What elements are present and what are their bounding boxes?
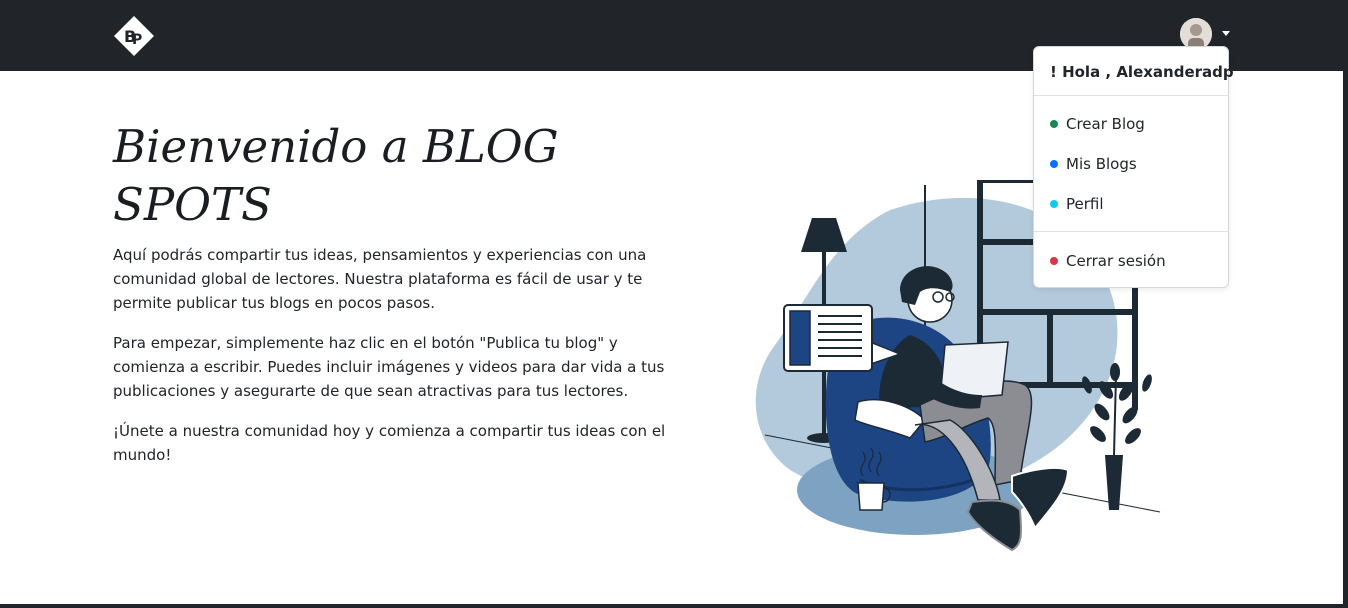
user-dropdown-menu: ! Hola , Alexanderadp Crear Blog Mis Blo… [1033, 46, 1234, 288]
menu-item-label: Mis Blogs [1066, 155, 1137, 173]
menu-item-label: Cerrar sesión [1066, 252, 1166, 270]
chevron-down-icon [1222, 31, 1230, 36]
greeting-header: ! Hola , Alexanderadp [1050, 63, 1234, 81]
cyan-dot-icon [1050, 200, 1058, 208]
menu-item-label: Perfil [1066, 195, 1104, 213]
right-edge-bar [1343, 71, 1348, 608]
menu-divider [1034, 95, 1228, 96]
intro-paragraph: Aquí podrás compartir tus ideas, pensami… [113, 246, 647, 312]
brand-logo[interactable]: B P [113, 15, 155, 57]
menu-item-mis-blogs[interactable]: Mis Blogs [1034, 148, 1228, 180]
page-title: Bienvenido a BLOG SPOTS [113, 120, 559, 231]
menu-item-logout[interactable]: Cerrar sesión [1034, 245, 1228, 277]
menu-item-label: Crear Blog [1066, 115, 1145, 133]
svg-text:P: P [132, 32, 142, 48]
menu-divider [1034, 231, 1228, 232]
menu-item-crear-blog[interactable]: Crear Blog [1034, 108, 1228, 140]
bottom-edge-bar [0, 604, 1348, 608]
blue-dot-icon [1050, 160, 1058, 168]
green-dot-icon [1050, 120, 1058, 128]
red-dot-icon [1050, 257, 1058, 265]
menu-item-perfil[interactable]: Perfil [1034, 188, 1228, 220]
instructions-paragraph: Para empezar, simplemente haz clic en el… [113, 334, 665, 400]
invite-paragraph: ¡Únete a nuestra comunidad hoy y comienz… [113, 422, 666, 464]
